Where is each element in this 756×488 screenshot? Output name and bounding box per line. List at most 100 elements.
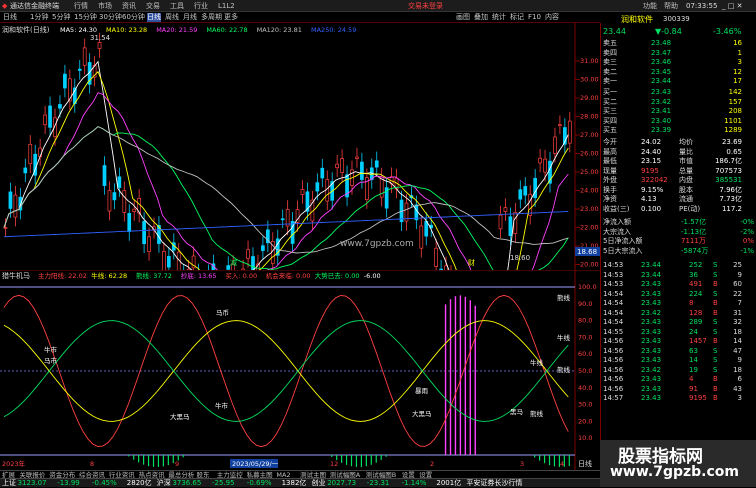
tick-time: 14:55 xyxy=(603,327,624,336)
period-60min[interactable]: 60分钟 xyxy=(122,13,145,22)
price-change-pct: -3.46% xyxy=(713,27,742,36)
indicator-tick-label: 80.0 xyxy=(578,317,592,325)
menu-board[interactable]: 市场 xyxy=(98,1,112,11)
candle-body xyxy=(424,221,429,237)
date-label: 2 xyxy=(430,460,434,468)
indicator-annotation: 牛市 xyxy=(44,345,58,354)
candle-body xyxy=(102,165,107,186)
stat-label: 最低 xyxy=(603,157,617,165)
price-change: ▼-0.84 xyxy=(655,27,682,36)
period-more[interactable]: 更多 xyxy=(224,13,238,22)
period-1min[interactable]: 1分钟 xyxy=(30,13,48,22)
stock-code: 300339 xyxy=(663,15,690,23)
period-15min[interactable]: 15分钟 xyxy=(74,13,97,22)
bid-price: 23.42 xyxy=(651,97,672,106)
stats-button[interactable]: 统计 xyxy=(492,13,506,22)
tick-side: S xyxy=(713,346,718,355)
tick-price: 23.43 xyxy=(641,394,662,402)
content-button[interactable]: 内容 xyxy=(545,13,559,22)
menu-market[interactable]: 行情 xyxy=(74,1,88,11)
stat-label: 现量 xyxy=(603,166,617,175)
menu-tools[interactable]: 工具 xyxy=(170,1,184,11)
ask-label: 卖一 xyxy=(603,77,617,85)
tick-row: 14:56 23.43 14 S 9 xyxy=(601,356,756,366)
indicator-annotation: 马市 xyxy=(44,356,58,365)
overlay-button[interactable]: 叠加 xyxy=(474,13,488,22)
quote-panel: 润和软件 300339 23.44 ▼-0.84 -3.46% 卖五 23.48 1… xyxy=(600,15,756,470)
tick-time: 14:57 xyxy=(603,394,624,402)
candlestick-svg[interactable]: 润和软件(日线) MA5: 24.30 MA10: 23.28 MA20: 21.5… xyxy=(0,23,600,409)
window-controls[interactable]: _ □ ✕ xyxy=(722,1,742,11)
indicator-svg[interactable]: 猎牛机马 主力阳线: 22.02 牛线: 62.28 熊线: 37.72 抄底: 13… xyxy=(0,269,600,470)
stat-row: 现量 9195 总量 707573 xyxy=(601,167,756,177)
tick-volume: 289 xyxy=(689,318,703,326)
ask-price: 23.45 xyxy=(651,67,672,76)
clock: 07:33:55 xyxy=(686,2,718,10)
stat-label: 流通 xyxy=(679,195,693,203)
main-chart[interactable]: 润和软件(日线) MA5: 24.30 MA10: 23.28 MA20: 21.5… xyxy=(0,23,600,409)
menu-l1l2[interactable]: L1L2 xyxy=(218,1,235,11)
period-week[interactable]: 周线 xyxy=(165,13,179,22)
tick-count: 9 xyxy=(737,356,742,364)
tick-price: 23.43 xyxy=(641,356,662,364)
candle-body xyxy=(142,221,146,245)
indicator-annotation: 牛线 xyxy=(530,358,544,367)
indicator-tick-label: 90.0 xyxy=(578,300,592,308)
ask-label: 卖三 xyxy=(603,58,617,66)
ask-volume: 3 xyxy=(737,58,742,66)
candle-body xyxy=(77,68,82,71)
chart-title: 润和软件(日线) xyxy=(2,25,50,34)
flow-pct: -0% xyxy=(740,218,754,226)
title-bar: ◆ 通达信金融终端 行情 市场 资讯 交易 工具 行业 L1L2 交易未登录 功… xyxy=(0,0,756,12)
indicator-tick-label: 40.0 xyxy=(578,384,592,392)
menu-industry[interactable]: 行业 xyxy=(194,1,208,11)
trade-status[interactable]: 交易未登录 xyxy=(408,1,443,11)
tick-count: 6 xyxy=(737,375,742,383)
menu-news[interactable]: 资讯 xyxy=(122,1,136,11)
price-tick-label: 24.00 xyxy=(580,187,599,195)
tick-volume: 224 xyxy=(689,289,703,298)
menu-help[interactable]: 帮助 xyxy=(664,1,678,11)
menu-function[interactable]: 功能 xyxy=(643,1,657,11)
stat-label: 市值 xyxy=(679,157,693,165)
candle-body xyxy=(112,192,117,201)
tick-row: 14:54 23.43 8 B 7 xyxy=(601,299,756,309)
tick-side: B xyxy=(713,337,718,345)
price-tick-label: 30.00 xyxy=(580,76,599,84)
period-multi[interactable]: 多周期 xyxy=(201,13,222,22)
stat-value: 7.73亿 xyxy=(719,195,742,203)
candle-body xyxy=(523,186,528,196)
date-label: 2023/05/29/一 xyxy=(232,460,279,468)
period-5min[interactable]: 5分钟 xyxy=(52,13,70,22)
tick-count: 25 xyxy=(733,261,742,269)
bid-volume: 1101 xyxy=(724,116,742,125)
candle-body xyxy=(553,136,557,154)
indicator-chart[interactable]: 猎牛机马 主力阳线: 22.02 牛线: 62.28 熊线: 37.72 抄底: 13… xyxy=(0,269,600,470)
period-30min[interactable]: 30分钟 xyxy=(99,13,122,22)
period-month[interactable]: 月线 xyxy=(183,13,197,22)
candle-body xyxy=(63,73,67,89)
flow-value: -1.57亿 xyxy=(681,218,707,226)
period-day-dropdown[interactable]: 日线 xyxy=(3,13,17,22)
tick-side: S xyxy=(713,270,718,279)
tick-row: 14:56 23.43 4 B 6 xyxy=(601,375,756,385)
stat-value: 7.96亿 xyxy=(719,185,742,194)
candle-body xyxy=(538,157,542,164)
mark-button[interactable]: 标记 xyxy=(510,13,524,22)
tick-time: 14:56 xyxy=(603,384,624,393)
f10-button[interactable]: F10 xyxy=(528,13,541,22)
bid-row: 买四 23.40 1101 xyxy=(601,117,756,127)
tick-count: 47 xyxy=(733,346,742,355)
menu-trade[interactable]: 交易 xyxy=(146,1,160,11)
tick-price: 23.42 xyxy=(641,308,662,317)
tick-side: B xyxy=(713,375,718,383)
draw-button[interactable]: 画图 xyxy=(456,13,470,22)
stat-value: 385531 xyxy=(715,176,742,184)
candle-body xyxy=(434,247,438,267)
candle-body xyxy=(48,105,52,128)
bid-label: 买三 xyxy=(603,107,617,115)
tick-row: 14:55 23.43 24 S 18 xyxy=(601,328,756,338)
ask-volume: 17 xyxy=(733,77,742,85)
period-day[interactable]: 日线 xyxy=(147,13,161,22)
price-tick-label: 27.00 xyxy=(580,131,599,139)
